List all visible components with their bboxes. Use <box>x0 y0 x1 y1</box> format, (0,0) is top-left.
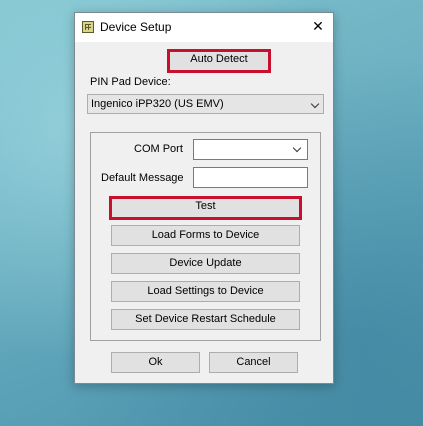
grid-icon <box>82 21 94 33</box>
com-port-select[interactable] <box>193 139 308 160</box>
chevron-down-icon <box>292 143 302 153</box>
close-icon[interactable]: ✕ <box>307 17 329 37</box>
pin-pad-device-value: Ingenico iPP320 (US EMV) <box>91 98 224 110</box>
test-button[interactable]: Test <box>109 196 302 220</box>
restart-schedule-button[interactable]: Set Device Restart Schedule <box>111 309 300 330</box>
device-update-button[interactable]: Device Update <box>111 253 300 274</box>
device-options-group: COM Port Default Message Test Load Forms… <box>90 132 321 341</box>
window-title: Device Setup <box>100 20 172 34</box>
ok-button[interactable]: Ok <box>111 352 200 373</box>
auto-detect-button[interactable]: Auto Detect <box>167 49 271 73</box>
default-message-input[interactable] <box>193 167 308 188</box>
device-setup-dialog: Device Setup ✕ Auto Detect PIN Pad Devic… <box>74 12 334 384</box>
pin-pad-device-select[interactable]: Ingenico iPP320 (US EMV) <box>87 94 324 114</box>
load-forms-button[interactable]: Load Forms to Device <box>111 225 300 246</box>
com-port-label: COM Port <box>134 143 183 155</box>
load-settings-button[interactable]: Load Settings to Device <box>111 281 300 302</box>
pin-pad-device-label: PIN Pad Device: <box>90 76 171 88</box>
default-message-label: Default Message <box>101 172 184 184</box>
chevron-down-icon <box>310 99 320 109</box>
cancel-button[interactable]: Cancel <box>209 352 298 373</box>
title-bar: Device Setup ✕ <box>75 13 333 42</box>
